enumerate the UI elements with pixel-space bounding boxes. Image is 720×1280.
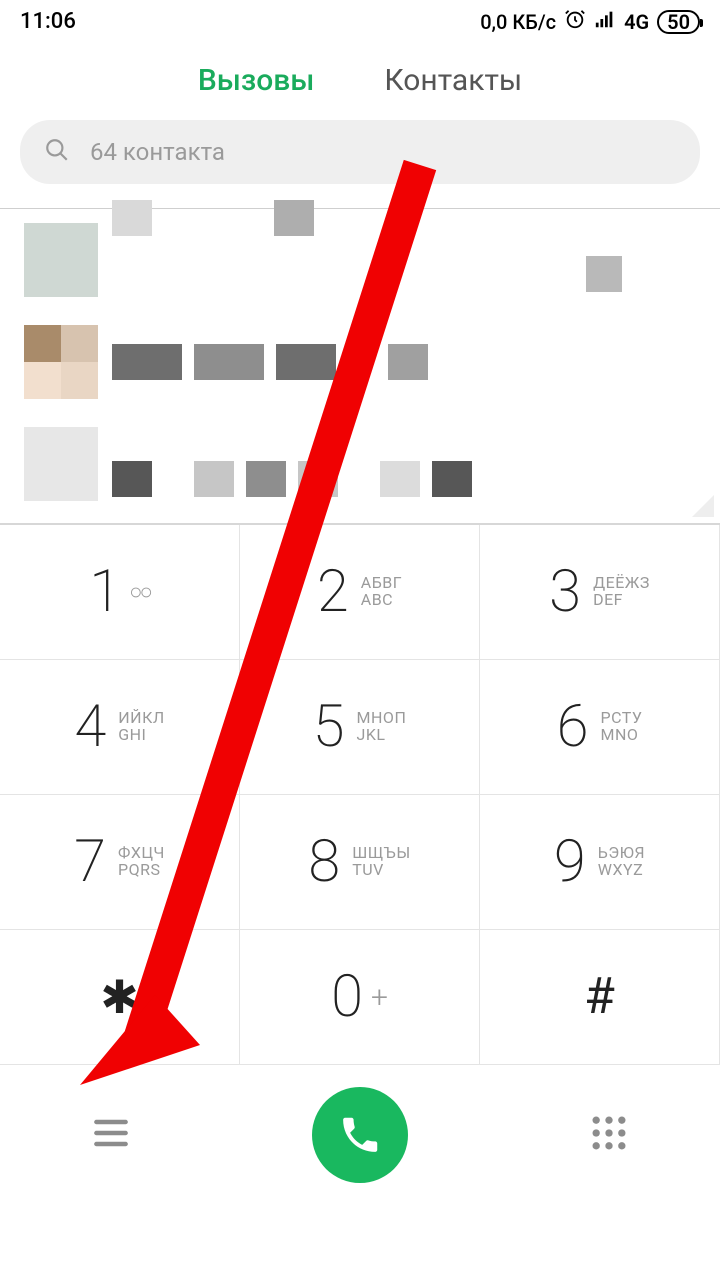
tab-calls[interactable]: Вызовы	[198, 63, 315, 98]
key-star[interactable]: ✱	[0, 930, 240, 1065]
network-label: 4G	[624, 10, 649, 34]
key-hash[interactable]: #	[480, 930, 720, 1065]
key-6[interactable]: 6 РСТУMNO	[480, 660, 720, 795]
key-3[interactable]: 3 ДЕЁЖЗDEF	[480, 525, 720, 660]
data-rate: 0,0 КБ/с	[480, 10, 556, 34]
tab-contacts[interactable]: Контакты	[384, 63, 522, 98]
key-7[interactable]: 7 ФХЦЧPQRS	[0, 795, 240, 930]
key-8[interactable]: 8 ШЩЪЫTUV	[240, 795, 480, 930]
call-button[interactable]	[312, 1087, 408, 1183]
page-fold-icon	[692, 495, 714, 517]
redacted-content	[112, 461, 472, 497]
signal-icon	[594, 8, 616, 35]
key-1[interactable]: 1 ○○	[0, 525, 240, 660]
key-0[interactable]: 0 +	[240, 930, 480, 1065]
search-icon	[44, 137, 70, 167]
avatar	[24, 325, 98, 399]
avatar	[24, 427, 98, 501]
key-2[interactable]: 2 АБВГABC	[240, 525, 480, 660]
status-right: 0,0 КБ/с 4G 50	[480, 8, 700, 35]
avatar	[24, 223, 98, 297]
bottom-bar	[0, 1065, 720, 1213]
dialpad: 1 ○○ 2 АБВГABC 3 ДЕЁЖЗDEF 4 ИЙКЛGHI 5 МН…	[0, 523, 720, 1065]
menu-button[interactable]	[89, 1111, 133, 1159]
dialpad-toggle-button[interactable]	[587, 1111, 631, 1159]
search-input[interactable]: 64 контакта	[20, 120, 700, 184]
alarm-icon	[564, 8, 586, 35]
redacted-content	[112, 344, 428, 380]
key-9[interactable]: 9 ЬЭЮЯWXYZ	[480, 795, 720, 930]
search-placeholder: 64 контакта	[90, 138, 225, 166]
tabs: Вызовы Контакты	[0, 39, 720, 116]
list-item[interactable]	[0, 209, 720, 311]
call-log	[0, 208, 720, 523]
battery-indicator: 50	[657, 10, 700, 34]
key-4[interactable]: 4 ИЙКЛGHI	[0, 660, 240, 795]
list-item[interactable]	[0, 311, 720, 413]
redacted-content	[112, 228, 622, 292]
status-bar: 11:06 0,0 КБ/с 4G 50	[0, 0, 720, 39]
status-time: 11:06	[20, 9, 76, 34]
voicemail-icon: ○○	[129, 579, 150, 605]
list-item[interactable]	[0, 413, 720, 523]
key-5[interactable]: 5 МНОПJKL	[240, 660, 480, 795]
